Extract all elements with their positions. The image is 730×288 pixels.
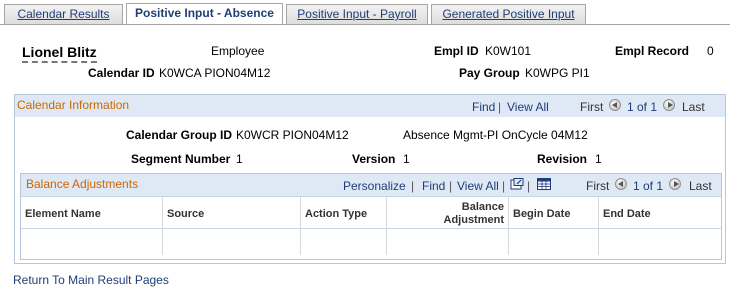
- version-label: Version: [352, 152, 396, 166]
- cell-end-date: [599, 230, 721, 255]
- column-element-name[interactable]: Element Name: [21, 197, 163, 230]
- balance-adjustments-header: Balance Adjustments Personalize | Find |…: [21, 174, 721, 196]
- pay-group-value: K0WPG PI1: [525, 66, 590, 80]
- cell-balance-adjustment: [387, 230, 509, 255]
- calendar-nav-separator: |: [498, 100, 502, 114]
- calendar-find-link[interactable]: Find: [472, 100, 495, 114]
- calendar-information-header: Calendar Information Find | View All Fir…: [15, 95, 725, 117]
- tab-bar: Calendar Results Positive Input - Absenc…: [0, 0, 730, 25]
- balance-adjustments-title: Balance Adjustments: [26, 177, 139, 191]
- balance-separator-3: |: [502, 179, 506, 193]
- balance-adjustments-grid: Balance Adjustments Personalize | Find |…: [20, 173, 722, 260]
- column-begin-date[interactable]: Begin Date: [509, 197, 599, 230]
- download-spreadsheet-icon[interactable]: [537, 178, 551, 190]
- segment-number-value: 1: [236, 152, 243, 166]
- cell-element-name: [21, 230, 163, 255]
- revision-label: Revision: [537, 152, 588, 166]
- empl-record-label: Empl Record: [615, 44, 690, 58]
- tab-calendar-results[interactable]: Calendar Results: [4, 4, 123, 25]
- balance-separator-4: |: [527, 179, 531, 193]
- balance-first-label: First: [586, 179, 610, 193]
- balance-last-label: Last: [689, 179, 712, 193]
- revision-value: 1: [595, 152, 602, 166]
- balance-prev-icon[interactable]: [615, 178, 627, 190]
- calendar-group-id-value: K0WCR PION04M12: [236, 128, 349, 142]
- calendar-view-all-link[interactable]: View All: [507, 100, 549, 114]
- calendar-group-description: Absence Mgmt-PI OnCycle 04M12: [403, 128, 588, 142]
- calendar-id-value: K0WCA PION04M12: [159, 66, 271, 80]
- pay-group-label: Pay Group: [459, 66, 520, 80]
- calendar-last-label: Last: [682, 100, 705, 114]
- calendar-range: 1 of 1: [627, 100, 658, 114]
- empl-record-value: 0: [707, 44, 714, 58]
- balance-find-link[interactable]: Find: [422, 179, 445, 193]
- calendar-id-label: Calendar ID: [88, 66, 155, 80]
- column-balance-adjustment[interactable]: Balance Adjustment: [387, 197, 509, 230]
- balance-next-icon[interactable]: [669, 178, 681, 190]
- calendar-first-label: First: [580, 100, 604, 114]
- calendar-next-icon[interactable]: [663, 99, 675, 111]
- calendar-information-title: Calendar Information: [17, 98, 130, 112]
- table-row: [21, 230, 721, 255]
- tab-divider: [0, 24, 730, 25]
- calendar-information-panel: Calendar Information Find | View All Fir…: [14, 94, 726, 264]
- employee-name: Lionel Blitz: [22, 44, 97, 63]
- cell-begin-date: [509, 230, 599, 255]
- employee-type: Employee: [211, 44, 265, 58]
- new-window-icon[interactable]: [510, 178, 524, 190]
- cell-action-type: [301, 230, 387, 255]
- version-value: 1: [403, 152, 410, 166]
- balance-separator-2: |: [449, 179, 453, 193]
- balance-range: 1 of 1: [633, 179, 664, 193]
- cell-source: [163, 230, 301, 255]
- tab-positive-input-payroll[interactable]: Positive Input - Payroll: [286, 4, 428, 25]
- balance-column-headers: Element Name Source Action Type Balance …: [21, 196, 721, 230]
- column-end-date[interactable]: End Date: [599, 197, 721, 230]
- balance-separator-1: |: [411, 179, 415, 193]
- column-source[interactable]: Source: [163, 197, 301, 230]
- tab-generated-positive-input[interactable]: Generated Positive Input: [431, 4, 586, 25]
- empl-id-label: Empl ID: [434, 44, 479, 58]
- empl-id-value: K0W101: [485, 44, 532, 58]
- column-action-type[interactable]: Action Type: [301, 197, 387, 230]
- balance-view-all-link[interactable]: View All: [457, 179, 499, 193]
- balance-personalize-link[interactable]: Personalize: [343, 179, 406, 193]
- tab-positive-input-absence[interactable]: Positive Input - Absence: [126, 3, 283, 25]
- calendar-prev-icon[interactable]: [609, 99, 621, 111]
- calendar-group-id-label: Calendar Group ID: [126, 128, 233, 142]
- return-to-main-results-link[interactable]: Return To Main Result Pages: [13, 273, 169, 287]
- segment-number-label: Segment Number: [131, 152, 231, 166]
- column-balance-adjustment-label: Balance Adjustment: [443, 200, 505, 226]
